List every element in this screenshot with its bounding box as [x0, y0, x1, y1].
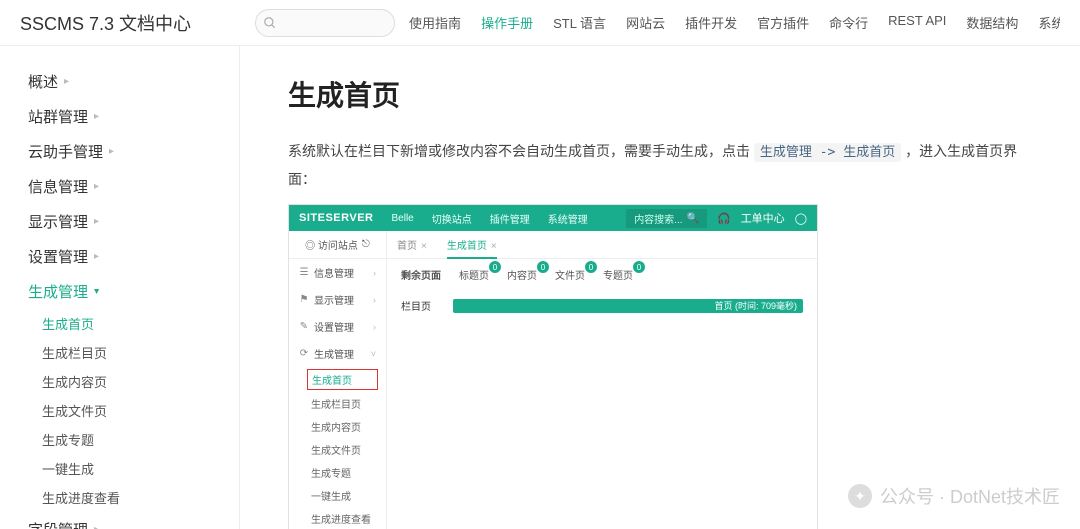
chevron-right-icon: ▸	[64, 76, 69, 87]
chevron-icon: ˅	[371, 349, 376, 359]
page-title: 生成首页	[288, 74, 1032, 114]
sidebar-item-生成专题[interactable]: 生成专题	[14, 425, 239, 454]
chevron-icon: ›	[373, 268, 376, 278]
pill: 标题页	[459, 267, 489, 282]
shot-sub-item: 生成内容页	[289, 415, 386, 438]
screenshot-embed: SITESERVER Belle 切换站点 插件管理 系统管理 内容搜索...🔍…	[288, 204, 818, 529]
shot-logo: SITESERVER	[299, 212, 374, 224]
shot-sub-item: 生成栏目页	[289, 392, 386, 415]
sidebar-group-显示管理[interactable]: 显示管理▸	[0, 204, 239, 239]
menu-icon: ⟳	[299, 348, 309, 359]
pill: 内容页	[507, 267, 537, 282]
shot-remaining-row: 剩余页面 标题页 内容页 文件页 专题页	[387, 259, 817, 290]
close-icon: ×	[491, 241, 497, 252]
menu-icon: ☰	[299, 267, 309, 278]
nav-数据结构[interactable]: 数据结构	[966, 13, 1018, 32]
shot-menu: 插件管理	[490, 211, 530, 226]
sidebar: 概述▸站群管理▸云助手管理▸信息管理▸显示管理▸设置管理▸生成管理▸生成首页生成…	[0, 46, 240, 529]
chevron-right-icon: ▸	[94, 111, 99, 122]
remaining-label: 剩余页面	[401, 267, 441, 282]
chevron-icon: ›	[373, 322, 376, 332]
sidebar-item-生成文件页[interactable]: 生成文件页	[14, 396, 239, 425]
sidebar-group-设置管理[interactable]: 设置管理▸	[0, 239, 239, 274]
menu-icon: ✎	[299, 321, 309, 332]
nav-使用指南[interactable]: 使用指南	[409, 13, 461, 32]
close-icon: ×	[421, 241, 427, 252]
nav-STL 语言[interactable]: STL 语言	[553, 13, 606, 32]
shot-tab: 生成首页×	[437, 231, 507, 258]
wechat-icon: ✦	[848, 484, 872, 508]
shot-menu: 系统管理	[548, 211, 588, 226]
avatar-icon: ◯	[795, 212, 807, 225]
shot-item: ⟳生成管理˅	[289, 340, 386, 367]
sidebar-group-信息管理[interactable]: 信息管理▸	[0, 169, 239, 204]
watermark: ✦ 公众号 · DotNet技术匠	[848, 483, 1060, 509]
intro-paragraph: 系统默认在栏目下新增或修改内容不会自动生成首页，需要手动生成，点击 生成管理 -…	[288, 138, 1032, 192]
chevron-icon: ›	[373, 295, 376, 305]
shot-menu: Belle	[392, 213, 414, 224]
chevron-right-icon: ▸	[94, 251, 99, 262]
path-badge: 生成管理 -> 生成首页	[754, 143, 901, 162]
chevron-right-icon: ▸	[94, 181, 99, 192]
sidebar-item-生成内容页[interactable]: 生成内容页	[14, 367, 239, 396]
nav-系统更新[interactable]: 系统更新	[1038, 13, 1060, 32]
pill: 专题页	[603, 267, 633, 282]
sidebar-item-生成进度查看[interactable]: 生成进度查看	[14, 483, 239, 512]
site-logo: SSCMS 7.3 文档中心	[20, 10, 191, 36]
progress-label: 栏目页	[401, 298, 443, 313]
sidebar-item-一键生成[interactable]: 一键生成	[14, 454, 239, 483]
shot-sub-item: 生成文件页	[289, 438, 386, 461]
progress-bar: 首页 (时间: 709毫秒)	[453, 299, 803, 313]
shot-tab: 首页×	[387, 231, 437, 258]
pill: 文件页	[555, 267, 585, 282]
shot-topbar: SITESERVER Belle 切换站点 插件管理 系统管理 内容搜索...🔍…	[289, 205, 817, 231]
sidebar-group-站群管理[interactable]: 站群管理▸	[0, 99, 239, 134]
chevron-right-icon: ▸	[91, 289, 102, 294]
search-icon	[263, 16, 277, 30]
shot-progress-row: 栏目页 首页 (时间: 709毫秒)	[387, 290, 817, 321]
shot-item: ⚑显示管理›	[289, 286, 386, 313]
shot-menu: 切换站点	[432, 211, 472, 226]
menu-icon: ⚑	[299, 294, 309, 305]
sidebar-group-概述[interactable]: 概述▸	[0, 64, 239, 99]
sidebar-group-云助手管理[interactable]: 云助手管理▸	[0, 134, 239, 169]
top-nav: 使用指南 操作手册 STL 语言 网站云 插件开发 官方插件 命令行 REST API 数据结构…	[409, 13, 1060, 32]
external-icon: ⎋	[362, 239, 370, 250]
search-box[interactable]	[255, 9, 395, 37]
chevron-right-icon: ▸	[94, 216, 99, 227]
sidebar-group-字段管理[interactable]: 字段管理▸	[0, 512, 239, 529]
nav-插件开发[interactable]: 插件开发	[685, 13, 737, 32]
topbar: SSCMS 7.3 文档中心 使用指南 操作手册 STL 语言 网站云 插件开发 官方插件…	[0, 0, 1080, 46]
sidebar-group-生成管理[interactable]: 生成管理▸	[0, 274, 239, 309]
shot-sidebar: ◎ 访问站点⎋ ☰信息管理›⚑显示管理›✎设置管理›⟳生成管理˅生成首页生成栏目…	[289, 231, 387, 529]
nav-官方插件[interactable]: 官方插件	[757, 13, 809, 32]
shot-sub-item: 生成首页	[307, 369, 378, 390]
shot-sub-item: 生成专题	[289, 461, 386, 484]
shot-search: 内容搜索...🔍	[626, 209, 707, 228]
chevron-right-icon: ▸	[109, 146, 114, 157]
nav-REST API[interactable]: REST API	[888, 13, 946, 32]
nav-操作手册[interactable]: 操作手册	[481, 13, 533, 32]
content-area: 生成首页 系统默认在栏目下新增或修改内容不会自动生成首页，需要手动生成，点击 生…	[240, 46, 1080, 529]
shot-tabs: 首页×生成首页×	[387, 231, 817, 259]
shot-sub-item: 一键生成	[289, 484, 386, 507]
nav-命令行[interactable]: 命令行	[829, 13, 868, 32]
sidebar-item-生成首页[interactable]: 生成首页	[14, 309, 239, 338]
shot-user: 工单中心	[741, 210, 785, 226]
search-icon: 🔍	[687, 213, 699, 224]
shot-sub-item: 生成进度查看	[289, 507, 386, 529]
chevron-right-icon: ▸	[94, 524, 99, 529]
sidebar-item-生成栏目页[interactable]: 生成栏目页	[14, 338, 239, 367]
shot-item: ✎设置管理›	[289, 313, 386, 340]
shot-side-head: ◎ 访问站点⎋	[289, 231, 386, 259]
nav-网站云[interactable]: 网站云	[626, 13, 665, 32]
shot-item: ☰信息管理›	[289, 259, 386, 286]
headset-icon: 🎧	[717, 212, 731, 225]
